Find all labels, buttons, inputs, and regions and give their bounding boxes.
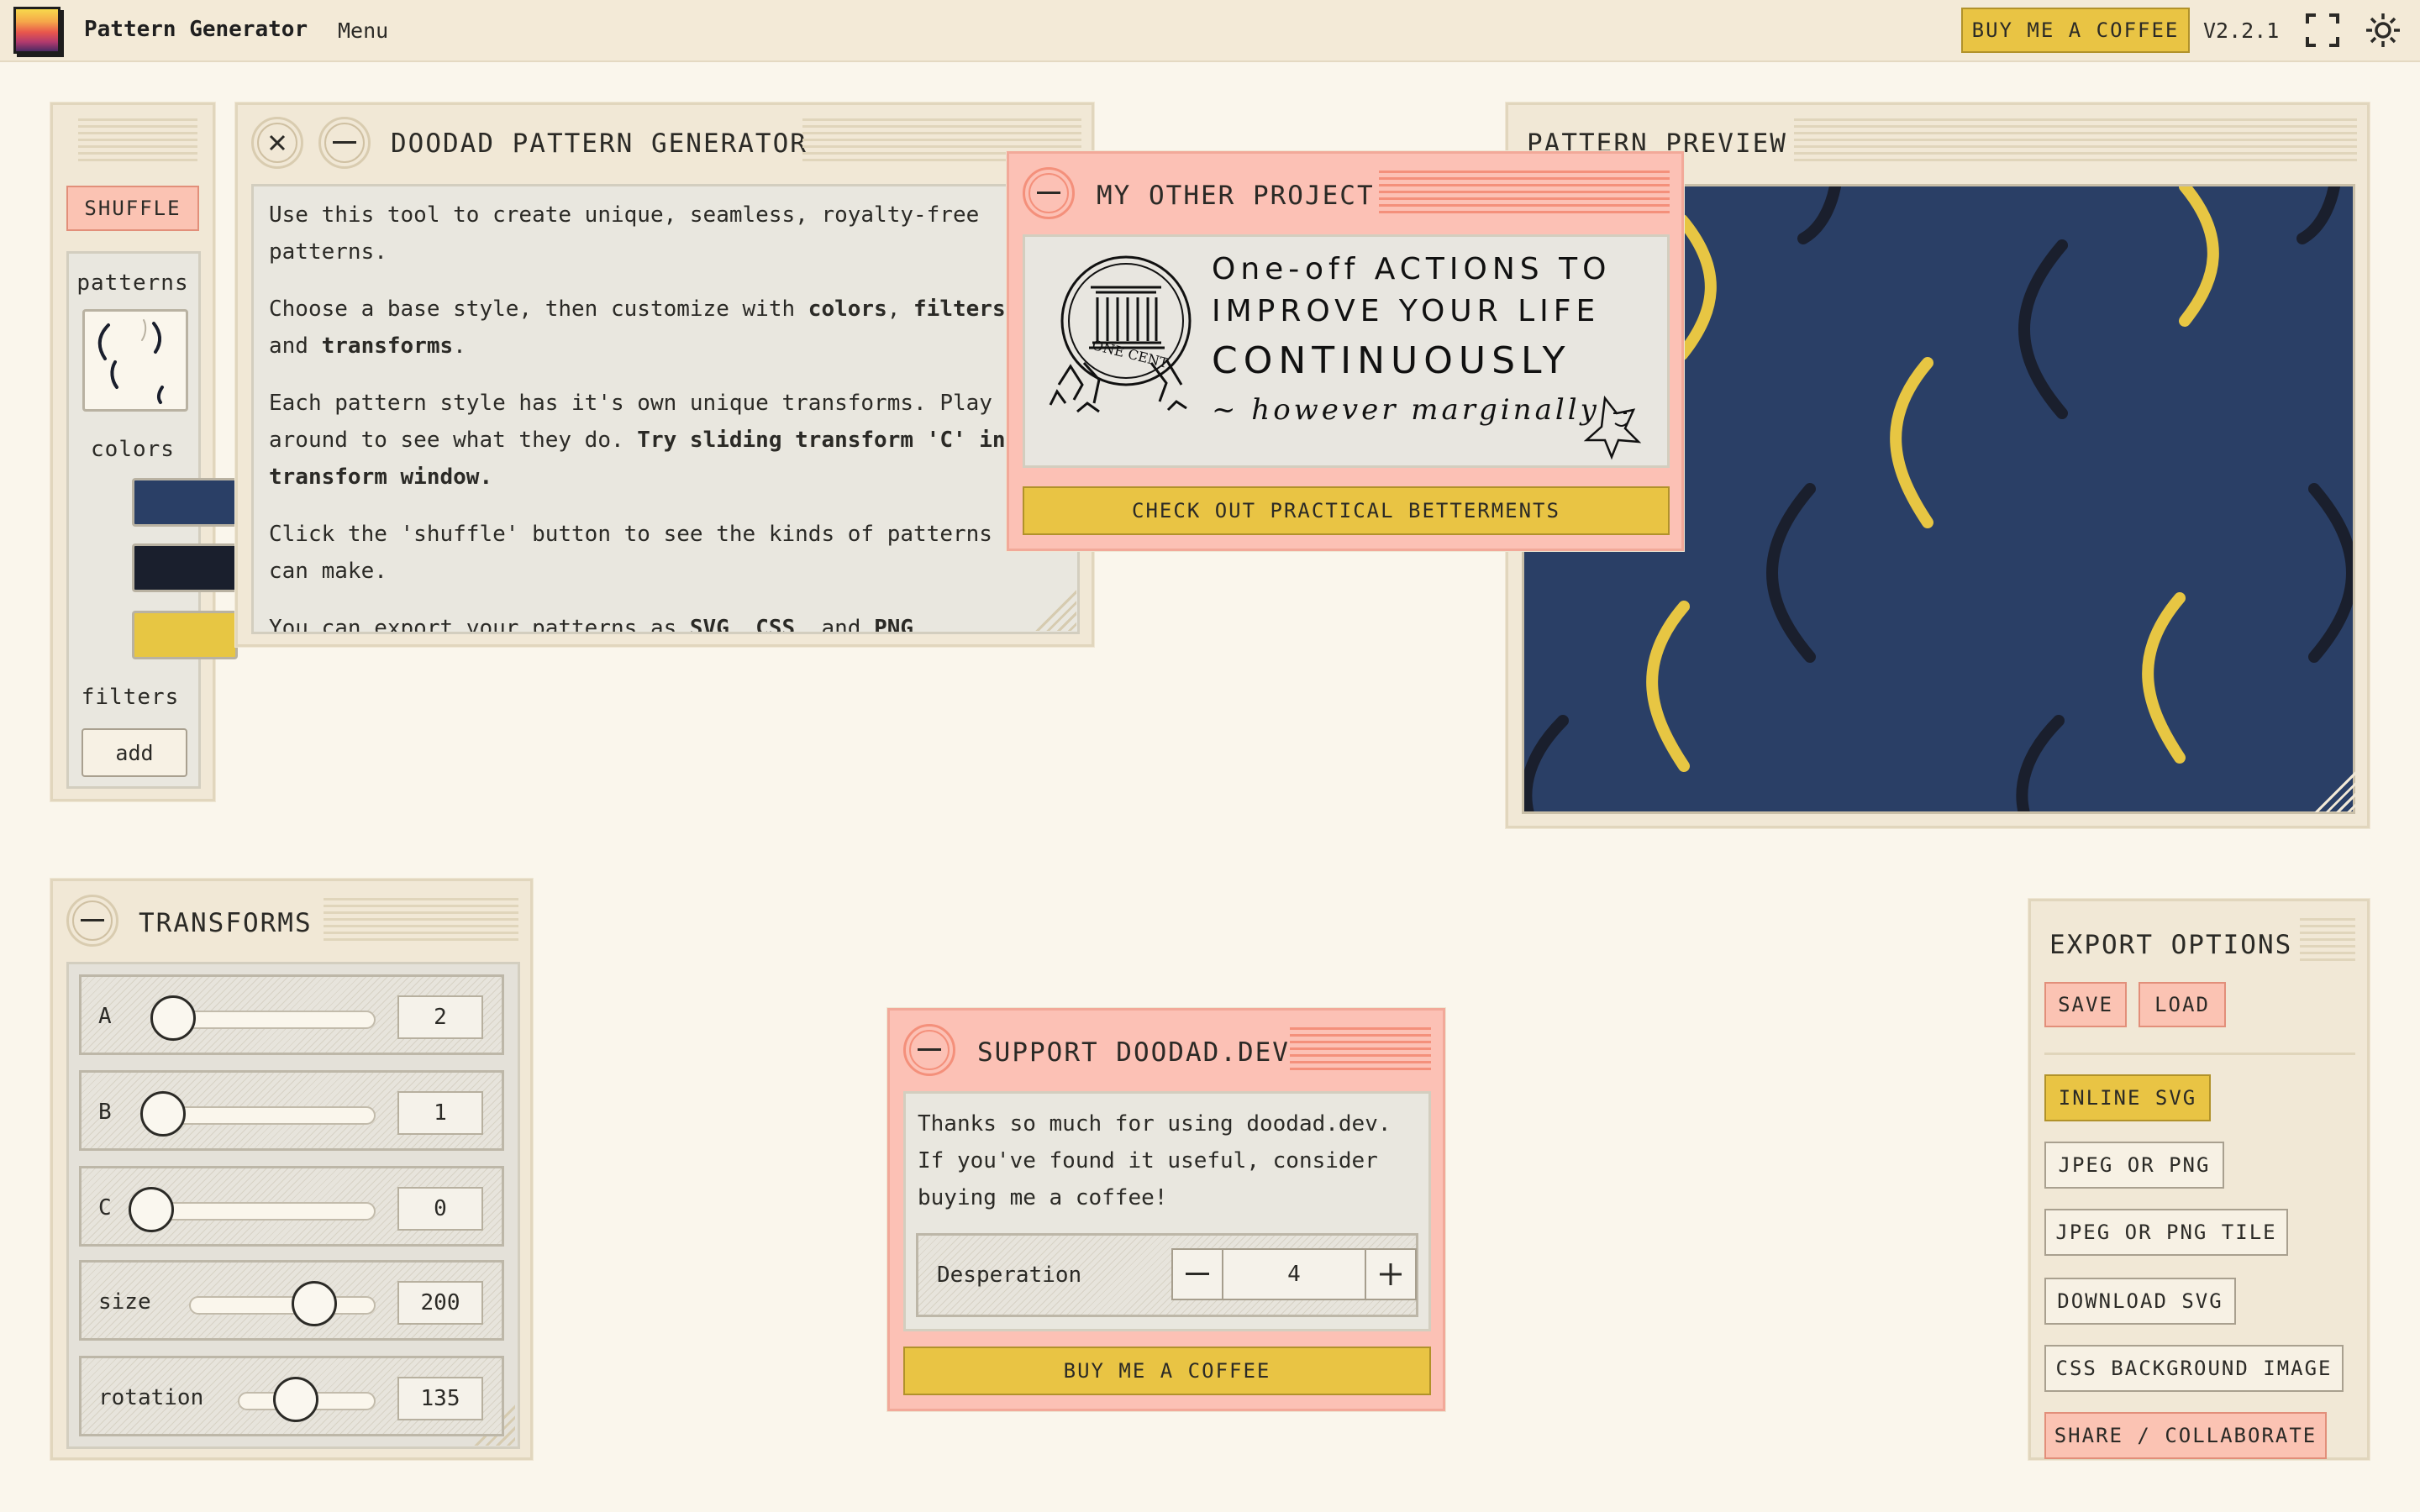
buy-coffee-top-button[interactable]: BUY ME A COFFEE — [1961, 8, 2190, 53]
desperation-label: Desperation — [937, 1263, 1082, 1288]
drag-handle[interactable] — [1794, 118, 2357, 165]
transform-row-rotation: rotation 135 — [79, 1356, 504, 1436]
export-paragraph: You can export your patterns as SVG, CSS… — [269, 616, 927, 634]
intro-paragraph: Use this tool to create unique, seamless… — [269, 202, 980, 265]
desperation-value[interactable]: 4 — [1222, 1250, 1366, 1299]
pattern-thumbnail[interactable] — [82, 309, 188, 412]
art-line-4: ~ however marginally — [1212, 393, 1600, 427]
art-line-2: IMPROVE YOUR LIFE — [1212, 294, 1601, 328]
drag-handle[interactable] — [1290, 1027, 1431, 1074]
transform-row-b: B 1 — [79, 1070, 504, 1151]
sun-icon[interactable] — [2363, 10, 2403, 50]
window-title: MY OTHER PROJECT — [1097, 181, 1375, 211]
slider-knob[interactable] — [150, 995, 196, 1041]
window-title: EXPORT OPTIONS — [2049, 930, 2293, 960]
slider-knob[interactable] — [292, 1281, 337, 1326]
color-swatch-1[interactable] — [132, 478, 238, 527]
menu-link[interactable]: Menu — [338, 18, 388, 43]
drag-handle[interactable] — [78, 118, 197, 165]
filters-label: filters — [81, 685, 180, 710]
intro-text-panel: Use this tool to create unique, seamless… — [251, 184, 1080, 634]
transform-row-a: A 2 — [79, 974, 504, 1055]
decrement-button[interactable] — [1173, 1250, 1222, 1299]
other-project-window: MY OTHER PROJECT ONE CENT One-off ACTION… — [1007, 151, 1684, 551]
transform-label: B — [98, 1100, 112, 1125]
transform-label: A — [98, 1004, 112, 1029]
practical-betterments-button[interactable]: CHECK OUT PRACTICAL BETTERMENTS — [1023, 486, 1670, 535]
slider-track[interactable] — [189, 1296, 376, 1315]
version-label: V2.2.1 — [2203, 18, 2280, 43]
export-options-window: EXPORT OPTIONS SAVE LOAD INLINE SVG JPEG… — [2028, 899, 2370, 1460]
increment-button[interactable] — [1366, 1250, 1415, 1299]
transform-value[interactable]: 200 — [397, 1281, 483, 1325]
add-filter-button[interactable]: add — [82, 728, 187, 777]
close-window-button[interactable] — [251, 117, 303, 169]
shuffle-paragraph: Click the 'shuffle' button to see the ki… — [269, 522, 1045, 584]
transform-row-c: C 0 — [79, 1166, 504, 1247]
transform-value[interactable]: 0 — [397, 1187, 483, 1231]
drag-handle[interactable] — [324, 898, 518, 945]
window-title: TRANSFORMS — [139, 908, 313, 938]
transforms-paragraph: Each pattern style has it's own unique t… — [269, 391, 1059, 490]
jpeg-png-tile-button[interactable]: JPEG OR PNG TILE — [2044, 1209, 2288, 1256]
customize-paragraph: Choose a base style, then customize with… — [269, 297, 1018, 359]
minimize-window-button[interactable] — [1023, 167, 1075, 219]
slider-knob[interactable] — [140, 1091, 186, 1137]
transform-row-size: size 200 — [79, 1260, 504, 1341]
inline-svg-button[interactable]: INLINE SVG — [2044, 1074, 2211, 1121]
minimize-window-button[interactable] — [66, 895, 118, 947]
drag-handle[interactable] — [2300, 918, 2355, 965]
share-collaborate-button[interactable]: SHARE / COLLABORATE — [2044, 1412, 2327, 1459]
tools-sidebar: SHUFFLE patterns colors filters add — [50, 102, 238, 801]
transform-label: size — [98, 1289, 151, 1315]
top-bar: Pattern Generator Menu BUY ME A COFFEE V… — [0, 0, 2420, 62]
transform-value[interactable]: 1 — [397, 1091, 483, 1135]
desperation-stepper: 4 — [1171, 1248, 1417, 1300]
save-button[interactable]: SAVE — [2044, 982, 2127, 1027]
window-title: DOODAD PATTERN GENERATOR — [391, 129, 808, 159]
shuffle-button[interactable]: SHUFFLE — [66, 186, 199, 231]
colors-label: colors — [91, 437, 175, 462]
support-window: SUPPORT DOODAD.DEV Thanks so much for us… — [887, 1008, 1445, 1411]
patterns-label: patterns — [76, 270, 189, 296]
logo-icon[interactable] — [13, 7, 60, 54]
color-swatch-3[interactable] — [132, 611, 238, 659]
support-message: Thanks so much for using doodad.dev. If … — [918, 1111, 1392, 1210]
jpeg-png-button[interactable]: JPEG OR PNG — [2044, 1142, 2224, 1189]
project-art-panel: ONE CENT One-off ACTIONS TO IMPROVE YOUR… — [1023, 234, 1670, 468]
buy-coffee-button[interactable]: BUY ME A COFFEE — [903, 1347, 1431, 1395]
transform-label: rotation — [98, 1385, 204, 1410]
divider — [2044, 1053, 2355, 1055]
transform-value[interactable]: 2 — [397, 995, 483, 1039]
minimize-window-button[interactable] — [318, 117, 371, 169]
drag-handle[interactable] — [1379, 171, 1670, 218]
transform-label: C — [98, 1195, 112, 1221]
fullscreen-icon[interactable] — [2302, 10, 2343, 50]
minimize-window-button[interactable] — [903, 1024, 955, 1076]
app-title: Pattern Generator — [84, 17, 308, 42]
transform-value[interactable]: 135 — [397, 1377, 483, 1420]
load-button[interactable]: LOAD — [2139, 982, 2226, 1027]
art-line-1: One-off ACTIONS TO — [1212, 252, 1612, 286]
color-swatch-2[interactable] — [132, 543, 238, 592]
slider-track[interactable] — [152, 1202, 376, 1221]
art-line-3: CONTINUOUSLY — [1212, 339, 1571, 382]
download-svg-button[interactable]: DOWNLOAD SVG — [2044, 1278, 2236, 1325]
slider-knob[interactable] — [273, 1377, 318, 1422]
css-background-button[interactable]: CSS BACKGROUND IMAGE — [2044, 1345, 2344, 1392]
doodad-info-window: DOODAD PATTERN GENERATOR Use this tool t… — [235, 102, 1094, 647]
window-title: SUPPORT DOODAD.DEV — [977, 1037, 1290, 1068]
slider-knob[interactable] — [129, 1187, 174, 1232]
